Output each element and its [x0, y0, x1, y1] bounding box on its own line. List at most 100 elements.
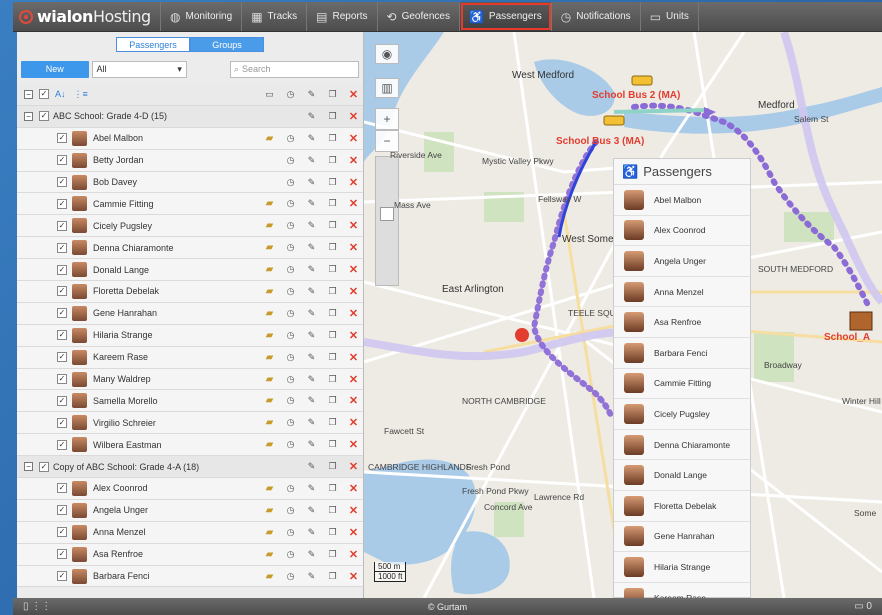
list-item[interactable]: ✓ Donald Lange ▰ ◷ ✎ ❐ ✕ — [17, 259, 363, 282]
layers-icon[interactable]: ▥ — [375, 78, 399, 98]
zoom-out-button[interactable]: − — [375, 130, 399, 152]
list-item[interactable]: ✓ Wilbera Eastman ▰ ◷ ✎ ❐ ✕ — [17, 434, 363, 457]
popup-passenger-row[interactable]: Abel Malbon — [614, 185, 750, 216]
list-item[interactable]: ✓ Many Waldrep ▰ ◷ ✎ ❐ ✕ — [17, 368, 363, 391]
bus-icon[interactable]: ▰ — [259, 264, 280, 275]
delete-icon[interactable]: ✕ — [343, 438, 363, 451]
popup-passenger-row[interactable]: Angela Unger — [614, 246, 750, 277]
list-item[interactable]: ✓ Abel Malbon ▰ ◷ ✎ ❐ ✕ — [17, 127, 363, 150]
popup-passenger-row[interactable]: Donald Lange — [614, 460, 750, 491]
clock-icon[interactable]: ◷ — [280, 155, 301, 166]
wrench-icon[interactable]: ✎ — [301, 286, 322, 297]
item-checkbox[interactable]: ✓ — [57, 198, 67, 209]
clock-icon[interactable]: ◷ — [280, 264, 301, 275]
copy-icon[interactable]: ❐ — [322, 374, 343, 385]
delete-icon[interactable]: ✕ — [343, 110, 363, 123]
item-checkbox[interactable]: ✓ — [57, 527, 67, 538]
wialon-logo[interactable]: wialonHosting — [13, 2, 161, 31]
list-item[interactable]: ✓ Cicely Pugsley ▰ ◷ ✎ ❐ ✕ — [17, 215, 363, 238]
passenger-name[interactable]: Alex Coonrod — [93, 483, 148, 493]
item-checkbox[interactable]: ✓ — [57, 220, 67, 231]
copy-icon[interactable]: ❐ — [322, 352, 343, 363]
wrench-icon[interactable]: ✎ — [301, 352, 322, 363]
passenger-name[interactable]: Wilbera Eastman — [93, 440, 162, 450]
copy-icon[interactable]: ❐ — [322, 417, 343, 428]
list-item[interactable]: ✓ Samella Morello ▰ ◷ ✎ ❐ ✕ — [17, 390, 363, 413]
group-row[interactable]: − ✓ ABC School: Grade 4-D (15) ✎ ❐ ✕ — [17, 105, 363, 128]
bus-icon[interactable]: ▰ — [259, 308, 280, 319]
wrench-icon[interactable]: ✎ — [301, 177, 322, 188]
wrench-icon[interactable]: ✎ — [301, 198, 322, 209]
list-item[interactable]: ✓ Bob Davey ◷ ✎ ❐ ✕ — [17, 171, 363, 194]
bus-icon[interactable]: ▰ — [259, 286, 280, 297]
delete-icon[interactable]: ✕ — [343, 570, 363, 583]
list-item[interactable]: ✓ Barbara Fenci ▰ ◷ ✎ ❐ ✕ — [17, 565, 363, 588]
wrench-icon[interactable]: ✎ — [301, 264, 322, 275]
wrench-icon[interactable]: ✎ — [301, 220, 322, 231]
tab-passengers[interactable]: Passengers — [116, 37, 190, 52]
wrench-icon[interactable]: ✎ — [301, 505, 322, 516]
zoom-slider[interactable] — [375, 156, 399, 286]
copy-icon[interactable]: ❐ — [322, 242, 343, 253]
item-checkbox[interactable]: ✓ — [57, 571, 67, 582]
zoom-in-button[interactable]: + — [375, 108, 399, 130]
copy-icon[interactable]: ❐ — [322, 133, 343, 144]
delete-icon[interactable]: ✕ — [343, 373, 363, 386]
list-item[interactable]: ✓ Asa Renfroe ▰ ◷ ✎ ❐ ✕ — [17, 543, 363, 566]
clock-icon[interactable]: ◷ — [280, 286, 301, 297]
clock-icon[interactable]: ◷ — [280, 571, 301, 582]
sort-az-icon[interactable]: A↓ — [55, 89, 66, 99]
item-checkbox[interactable]: ✓ — [57, 155, 67, 166]
clock-icon[interactable]: ◷ — [280, 133, 301, 144]
wrench-icon[interactable]: ✎ — [301, 330, 322, 341]
popup-passenger-row[interactable]: Barbara Fenci — [614, 338, 750, 369]
copy-icon[interactable]: ❐ — [322, 330, 343, 341]
clock-icon[interactable]: ◷ — [280, 242, 301, 253]
status-counter-icon[interactable]: ▭ 0 — [854, 601, 872, 612]
passenger-name[interactable]: Barbara Fenci — [93, 571, 150, 581]
copy-icon[interactable]: ❐ — [322, 155, 343, 166]
bus-icon[interactable]: ▰ — [259, 133, 280, 144]
clock-icon[interactable]: ◷ — [280, 505, 301, 516]
nav-monitoring[interactable]: ◍ Monitoring — [161, 2, 243, 31]
delete-icon[interactable]: ✕ — [343, 241, 363, 254]
delete-icon[interactable]: ✕ — [343, 482, 363, 495]
wrench-icon[interactable]: ✎ — [301, 155, 322, 166]
delete-icon[interactable]: ✕ — [343, 132, 363, 145]
wrench-icon[interactable]: ✎ — [301, 549, 322, 560]
wrench-icon[interactable]: ✎ — [301, 461, 322, 472]
clock-icon[interactable]: ◷ — [280, 483, 301, 494]
zoom-slider-handle[interactable] — [380, 207, 394, 221]
passenger-name[interactable]: Virgilio Schreier — [93, 418, 156, 428]
delete-icon[interactable]: ✕ — [343, 526, 363, 539]
bus-icon[interactable]: ▰ — [259, 505, 280, 516]
passenger-name[interactable]: Many Waldrep — [93, 374, 151, 384]
wrench-icon[interactable]: ✎ — [301, 439, 322, 450]
panel-toggle-icon[interactable]: ▯ ⋮⋮ — [23, 601, 51, 612]
item-checkbox[interactable]: ✓ — [57, 374, 67, 385]
item-checkbox[interactable]: ✓ — [57, 417, 67, 428]
filter-select[interactable]: All ▾ — [91, 60, 187, 78]
delete-icon[interactable]: ✕ — [343, 504, 363, 517]
list-item[interactable]: ✓ Virgilio Schreier ▰ ◷ ✎ ❐ ✕ — [17, 412, 363, 435]
item-checkbox[interactable]: ✓ — [57, 242, 67, 253]
bus-icon[interactable]: ▰ — [259, 220, 280, 231]
popup-passenger-row[interactable]: Gene Hanrahan — [614, 522, 750, 553]
popup-passenger-row[interactable]: Cammie Fitting — [614, 369, 750, 400]
bus-icon[interactable]: ▰ — [259, 395, 280, 406]
clock-icon[interactable]: ◷ — [280, 220, 301, 231]
bus-icon[interactable]: ▰ — [259, 330, 280, 341]
delete-all-icon[interactable]: ✕ — [343, 88, 363, 101]
copy-icon[interactable]: ❐ — [322, 571, 343, 582]
wrench-icon[interactable]: ✎ — [301, 133, 322, 144]
bus-icon[interactable]: ▰ — [259, 483, 280, 494]
list-item[interactable]: ✓ Anna Menzel ▰ ◷ ✎ ❐ ✕ — [17, 521, 363, 544]
copy-icon[interactable]: ❐ — [322, 549, 343, 560]
passenger-name[interactable]: Abel Malbon — [93, 133, 143, 143]
passenger-name[interactable]: Hilaria Strange — [93, 330, 153, 340]
delete-icon[interactable]: ✕ — [343, 329, 363, 342]
delete-icon[interactable]: ✕ — [343, 176, 363, 189]
bus-icon[interactable]: ▰ — [259, 549, 280, 560]
clock-icon[interactable]: ◷ — [280, 308, 301, 319]
copy-icon[interactable]: ❐ — [322, 439, 343, 450]
